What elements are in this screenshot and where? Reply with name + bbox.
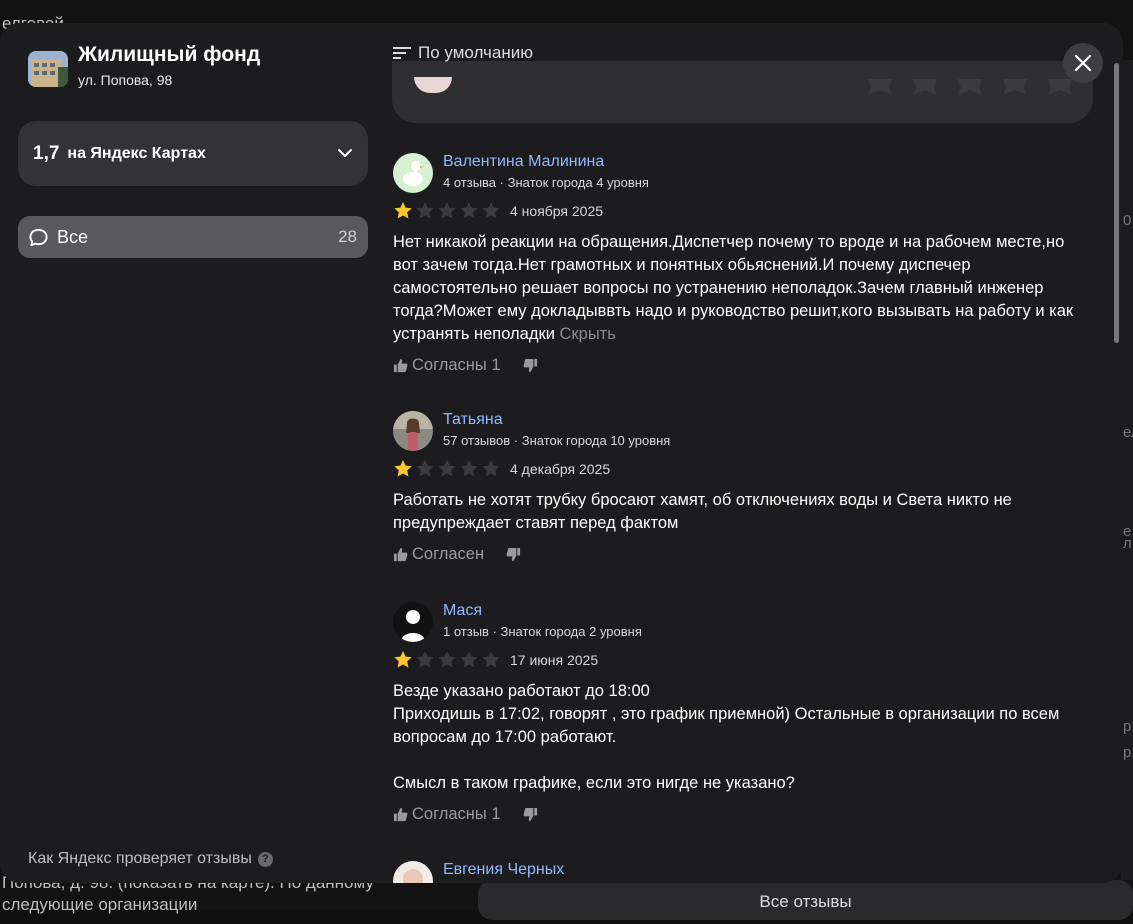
close-button[interactable] [1063, 43, 1103, 83]
star-empty-icon [415, 201, 435, 220]
thumbs-down-icon [523, 358, 538, 373]
review-card: Татьяна 57 отзывов · Знаток города 10 ур… [393, 411, 1093, 564]
star-empty-icon [481, 459, 501, 478]
review-date: 4 декабря 2025 [510, 461, 610, 477]
author-meta: 1 отзыв · Знаток города 2 уровня [443, 622, 642, 641]
author-avatar[interactable] [393, 602, 433, 642]
author-name[interactable]: Татьяна [443, 409, 670, 431]
hide-text-link[interactable]: Скрыть [560, 325, 616, 343]
verify-link-text: Как Яндекс проверяет отзывы [28, 850, 252, 868]
star-empty-icon [437, 459, 457, 478]
star-empty-icon [481, 650, 501, 669]
star-empty-icon [415, 459, 435, 478]
rating-source-selector[interactable]: 1,7 на Яндекс Картах [18, 121, 368, 186]
agree-button[interactable]: Согласен [393, 545, 484, 564]
review-date: 4 ноября 2025 [510, 203, 603, 219]
agree-label: Согласны 1 [412, 356, 501, 375]
star-empty-icon [437, 201, 457, 220]
star-empty-icon [481, 201, 501, 220]
how-yandex-verifies-link[interactable]: Как Яндекс проверяет отзывы ? [28, 850, 273, 868]
filter-all-button[interactable]: Все 28 [18, 216, 368, 258]
review-stars [393, 459, 501, 478]
star-empty-icon [437, 650, 457, 669]
rate-star-5[interactable] [1047, 79, 1073, 95]
filter-all-count: 28 [338, 227, 357, 247]
sort-lines-icon [393, 46, 412, 60]
background-fragment: ел [1123, 424, 1133, 441]
author-avatar[interactable] [393, 411, 433, 451]
agree-label: Согласны 1 [412, 805, 501, 824]
disagree-button[interactable] [523, 358, 538, 373]
background-fragment: л [1123, 535, 1132, 552]
rate-star-3[interactable] [957, 79, 983, 95]
star-filled-icon [393, 459, 413, 478]
organization-name: Жилищный фонд [78, 43, 260, 67]
question-icon: ? [258, 852, 273, 867]
organization-address: ул. Попова, 98 [78, 72, 172, 88]
review-card: Валентина Малинина 4 отзыва · Знаток гор… [393, 153, 1093, 375]
review-date: 17 июня 2025 [510, 652, 598, 668]
reviews-modal: Жилищный фонд ул. Попова, 98 1,7 на Янде… [0, 23, 1123, 883]
review-text: Нет никакой реакции на обращения.Диспетч… [393, 231, 1093, 346]
thumbs-up-icon [393, 547, 408, 562]
chevron-down-icon [335, 143, 355, 163]
sort-label: По умолчанию [418, 43, 533, 63]
rate-star-2[interactable] [912, 79, 938, 95]
rate-star-4[interactable] [1002, 79, 1028, 95]
my-rating-box [392, 61, 1093, 123]
review-card: Евгения Черных [393, 861, 1093, 883]
star-filled-icon [393, 650, 413, 669]
close-icon [1074, 54, 1092, 72]
star-empty-icon [459, 459, 479, 478]
rating-source: на Яндекс Картах [67, 145, 205, 163]
author-meta: 4 отзыва · Знаток города 4 уровня [443, 173, 649, 192]
author-avatar[interactable] [393, 153, 433, 193]
background-fragment: 0 [1123, 212, 1131, 229]
disagree-button[interactable] [506, 547, 521, 562]
star-empty-icon [415, 650, 435, 669]
agree-button[interactable]: Согласны 1 [393, 805, 501, 824]
thumbs-up-icon [393, 807, 408, 822]
author-name[interactable]: Валентина Малинина [443, 151, 649, 173]
disagree-button[interactable] [523, 807, 538, 822]
star-empty-icon [459, 201, 479, 220]
author-name[interactable]: Евгения Черных [443, 859, 564, 881]
star-empty-icon [459, 650, 479, 669]
speech-bubble-icon [28, 227, 49, 248]
all-reviews-button[interactable]: Все отзывы [478, 880, 1133, 920]
filter-all-label: Все [57, 227, 88, 248]
thumbs-down-icon [523, 807, 538, 822]
rating-value: 1,7 [33, 143, 59, 165]
agree-label: Согласен [412, 545, 484, 564]
star-filled-icon [393, 201, 413, 220]
rate-stars [867, 79, 1073, 95]
review-stars [393, 201, 501, 220]
thumbs-up-icon [393, 358, 408, 373]
review-card: Мася 1 отзыв · Знаток города 2 уровня 17… [393, 602, 1093, 824]
rate-star-1[interactable] [867, 79, 893, 95]
author-avatar[interactable] [393, 861, 433, 883]
my-avatar [414, 77, 452, 93]
background-fragment: р. [1123, 744, 1133, 761]
review-stars [393, 650, 501, 669]
background-fragment: р. [1123, 718, 1133, 735]
author-meta: 57 отзывов · Знаток города 10 уровня [443, 431, 670, 450]
sort-selector[interactable]: По умолчанию [393, 43, 533, 63]
author-name[interactable]: Мася [443, 600, 642, 622]
agree-button[interactable]: Согласны 1 [393, 356, 501, 375]
review-text: Везде указано работают до 18:00 Приходиш… [393, 680, 1093, 795]
review-text: Работать не хотят трубку бросают хамят, … [393, 489, 1093, 535]
thumbs-down-icon [506, 547, 521, 562]
scrollbar-thumb[interactable] [1114, 63, 1119, 343]
organization-photo [28, 51, 68, 87]
